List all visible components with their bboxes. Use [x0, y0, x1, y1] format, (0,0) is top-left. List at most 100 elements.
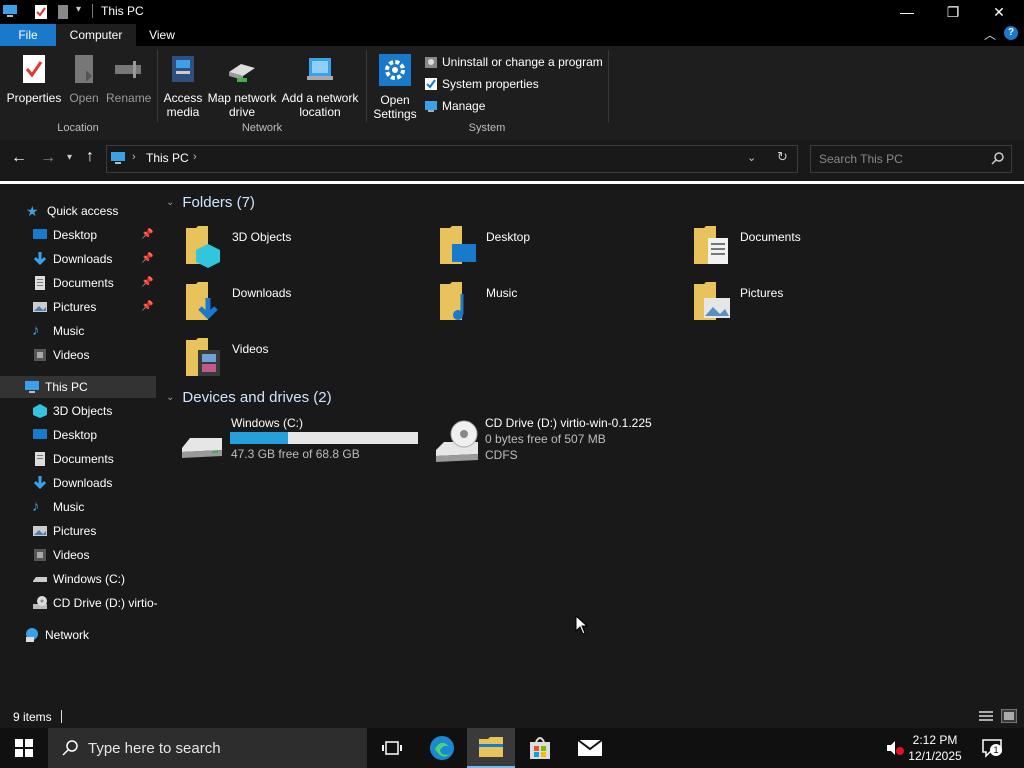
drive-c-usage-bar — [230, 432, 418, 444]
nav-quick-access-label: Quick access — [47, 204, 119, 218]
details-view-icon[interactable] — [979, 710, 993, 722]
music-icon: ♪ — [32, 322, 40, 339]
mail-taskbar-button[interactable] — [566, 728, 614, 768]
manage-button[interactable]: Manage — [424, 97, 485, 115]
action-center-button[interactable]: 1 — [982, 738, 1002, 758]
address-history-dropdown-icon[interactable]: ⌄ — [747, 151, 756, 164]
pin-icon[interactable]: 📌 — [141, 301, 153, 312]
nav-quick-documents[interactable]: Documents — [32, 272, 114, 294]
taskbar-search-box[interactable]: Type here to search — [48, 728, 367, 768]
tab-file[interactable]: File — [0, 24, 56, 46]
search-box[interactable]: Search This PC — [810, 145, 1012, 173]
nav-network[interactable]: Network — [24, 624, 89, 646]
drive-windows-c[interactable]: Windows (C:) 47.3 GB free of 68.8 GB — [180, 416, 422, 464]
collapse-ribbon-icon[interactable]: ︿ — [984, 26, 996, 43]
folder-pictures-icon — [694, 282, 730, 320]
desktop-icon — [33, 229, 47, 239]
system-properties-button[interactable]: System properties — [424, 75, 539, 93]
recent-locations-chevron-icon[interactable]: ▾ — [67, 152, 72, 163]
tab-view[interactable]: View — [136, 24, 188, 46]
nav-pc-downloads[interactable]: Downloads — [32, 472, 112, 494]
desktop-icon — [33, 429, 47, 439]
folder-pictures[interactable]: Pictures — [692, 280, 783, 324]
drive-c-name: Windows (C:) — [231, 416, 304, 430]
nav-quick-desktop[interactable]: Desktop — [32, 224, 97, 246]
address-bar[interactable]: › This PC › ⌄ ↻ — [106, 145, 798, 173]
title-bar: ▾ This PC — ❐ ✕ — [0, 0, 1024, 24]
pin-icon[interactable]: 📌 — [141, 229, 153, 240]
nav-pc-cd-drive[interactable]: CD Drive (D:) virtio- — [32, 592, 158, 614]
nav-pc-windows-c[interactable]: Windows (C:) — [32, 568, 125, 590]
edge-taskbar-button[interactable] — [418, 728, 466, 768]
nav-pc-desktop[interactable]: Desktop — [32, 424, 97, 446]
drive-cd-d[interactable]: CD Drive (D:) virtio-win-0.1.225 0 bytes… — [434, 416, 674, 466]
store-taskbar-button[interactable] — [516, 728, 564, 768]
refresh-icon[interactable]: ↻ — [777, 149, 788, 165]
nav-pc-videos[interactable]: Videos — [32, 544, 89, 566]
this-pc-icon — [3, 5, 17, 17]
pin-icon[interactable]: 📌 — [141, 277, 153, 288]
open-button[interactable]: Open — [64, 54, 104, 105]
folder-3d-objects[interactable]: 3D Objects — [184, 224, 291, 268]
hard-drive-icon — [182, 438, 222, 458]
properties-quick-icon[interactable] — [34, 4, 48, 20]
folder-downloads[interactable]: Downloads — [184, 280, 291, 324]
folder-documents[interactable]: Documents — [692, 224, 801, 268]
nav-pc-documents[interactable]: Documents — [32, 448, 114, 470]
clock[interactable]: 2:12 PM 12/1/2025 — [900, 732, 970, 764]
file-explorer-taskbar-button[interactable] — [467, 728, 515, 768]
back-arrow-icon[interactable]: ← — [11, 149, 27, 167]
folder-videos[interactable]: Videos — [184, 336, 268, 380]
access-media-button[interactable]: Access media — [160, 54, 206, 119]
nav-quick-access[interactable]: ★ Quick access — [26, 200, 118, 222]
pictures-icon — [33, 526, 47, 536]
nav-pc-music[interactable]: ♪ Music — [32, 496, 84, 518]
breadcrumb[interactable]: This PC — [146, 151, 189, 165]
up-arrow-icon[interactable]: ↑ — [86, 148, 94, 166]
nav-quick-pictures[interactable]: Pictures — [32, 296, 96, 318]
nav-quick-videos[interactable]: Videos — [32, 344, 89, 366]
start-button[interactable] — [0, 728, 48, 768]
minimize-button[interactable]: — — [884, 0, 930, 24]
folder-documents-icon — [694, 226, 728, 264]
system-group-label: System — [468, 122, 506, 134]
tab-computer[interactable]: Computer — [56, 24, 136, 46]
taskbar-search-input[interactable]: Type here to search — [88, 740, 221, 757]
maximize-button[interactable]: ❐ — [930, 0, 976, 24]
drives-section-header[interactable]: ⌄ Devices and drives (2) — [166, 389, 332, 406]
rename-button[interactable]: Rename — [106, 54, 151, 105]
uninstall-program-button[interactable]: Uninstall or change a program — [424, 53, 603, 71]
folders-section-header[interactable]: ⌄ Folders (7) — [166, 194, 255, 211]
search-input[interactable]: Search This PC — [819, 152, 903, 166]
customize-quick-access-icon[interactable]: ▾ — [76, 4, 81, 15]
chevron-down-icon: ⌄ — [166, 392, 175, 403]
ribbon: Properties Open Rename Location Access m… — [0, 46, 1024, 141]
drive-d-detail: 0 bytes free of 507 MB — [485, 432, 606, 446]
forward-arrow-icon[interactable]: → — [40, 149, 56, 167]
map-network-drive-button[interactable]: Map network drive — [206, 54, 278, 119]
nav-pc-pictures[interactable]: Pictures — [32, 520, 96, 542]
pin-icon[interactable]: 📌 — [141, 253, 153, 264]
drive-d-filesystem: CDFS — [485, 448, 518, 462]
nav-this-pc[interactable]: This PC — [24, 376, 88, 398]
task-view-button[interactable] — [368, 728, 416, 768]
breadcrumb-chevron-icon[interactable]: › — [193, 151, 197, 163]
folder-desktop[interactable]: Desktop — [438, 224, 530, 268]
add-network-location-button[interactable]: Add a network location — [280, 54, 360, 119]
nav-pc-3d-objects[interactable]: 3D Objects — [32, 400, 112, 422]
folder-music[interactable]: Music — [438, 280, 517, 324]
folder-videos-icon — [186, 338, 220, 376]
nav-quick-music[interactable]: ♪ Music — [32, 320, 84, 342]
open-label: Open — [69, 91, 99, 105]
properties-button[interactable]: Properties — [6, 54, 62, 105]
folder-pictures-label: Pictures — [740, 286, 784, 300]
close-button[interactable]: ✕ — [976, 0, 1022, 24]
breadcrumb-chevron-icon[interactable]: › — [132, 151, 136, 163]
help-icon[interactable]: ? — [1004, 26, 1018, 40]
drive-d-name: CD Drive (D:) virtio-win-0.1.225 — [485, 416, 652, 430]
large-icons-view-icon[interactable] — [1001, 709, 1017, 723]
open-settings-button[interactable]: Open Settings — [370, 54, 420, 121]
folder-downloads-icon — [186, 282, 218, 320]
new-folder-quick-icon[interactable] — [57, 4, 69, 20]
nav-quick-downloads[interactable]: Downloads — [32, 248, 112, 270]
